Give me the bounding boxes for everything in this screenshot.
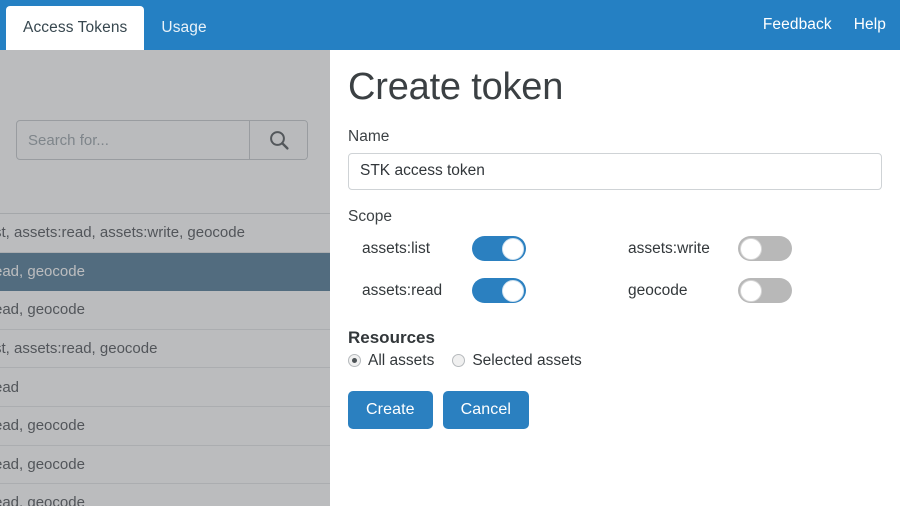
- modal-backdrop[interactable]: [0, 50, 330, 506]
- name-input[interactable]: [348, 152, 882, 190]
- scope-assets-list: assets:list: [362, 232, 628, 266]
- scope-options: assets:list assets:write assets:read geo…: [348, 232, 881, 308]
- resources-radio-group: All assets Selected assets: [348, 352, 881, 370]
- toggle-knob: [740, 237, 762, 260]
- top-navbar: Access Tokens Usage Feedback Help: [0, 0, 900, 50]
- toggle-knob: [502, 279, 524, 302]
- radio-label-all-assets: All assets: [368, 351, 435, 369]
- feedback-link[interactable]: Feedback: [763, 16, 832, 34]
- cancel-button[interactable]: Cancel: [442, 390, 530, 429]
- help-link[interactable]: Help: [854, 16, 886, 34]
- modal-actions: Create Cancel: [348, 390, 881, 429]
- nav-tabs: Access Tokens Usage: [0, 0, 224, 50]
- app-root: st, assets:read, assets:write, geocode e…: [0, 0, 900, 506]
- toggle-assets-read[interactable]: [472, 278, 526, 303]
- toggle-assets-write[interactable]: [738, 236, 792, 261]
- page-title: Create token: [348, 66, 564, 108]
- name-label: Name: [348, 127, 390, 145]
- toggle-knob: [502, 237, 524, 260]
- toggle-assets-list[interactable]: [472, 236, 526, 261]
- resources-label: Resources: [348, 327, 435, 347]
- scope-label-assets-read: assets:read: [362, 281, 443, 299]
- radio-all-assets[interactable]: All assets: [348, 352, 434, 370]
- tab-usage[interactable]: Usage: [144, 6, 223, 50]
- radio-label-selected-assets: Selected assets: [472, 351, 582, 369]
- scope-label-assets-list: assets:list: [362, 239, 431, 257]
- create-token-panel: Create token Name Scope assets:list asse…: [330, 50, 900, 506]
- toggle-geocode[interactable]: [738, 278, 792, 303]
- toggle-knob: [740, 279, 762, 302]
- tab-access-tokens[interactable]: Access Tokens: [6, 6, 145, 50]
- scope-assets-read: assets:read: [362, 274, 628, 308]
- scope-label: Scope: [348, 207, 392, 225]
- radio-dot-icon: [348, 354, 361, 367]
- scope-assets-write: assets:write: [628, 232, 894, 266]
- scope-label-assets-write: assets:write: [628, 239, 710, 257]
- create-button[interactable]: Create: [348, 390, 433, 429]
- nav-links: Feedback Help: [763, 0, 900, 50]
- scope-geocode: geocode: [628, 274, 894, 308]
- radio-dot-icon: [452, 354, 466, 367]
- radio-selected-assets[interactable]: Selected assets: [452, 351, 582, 370]
- scope-label-geocode: geocode: [628, 281, 688, 299]
